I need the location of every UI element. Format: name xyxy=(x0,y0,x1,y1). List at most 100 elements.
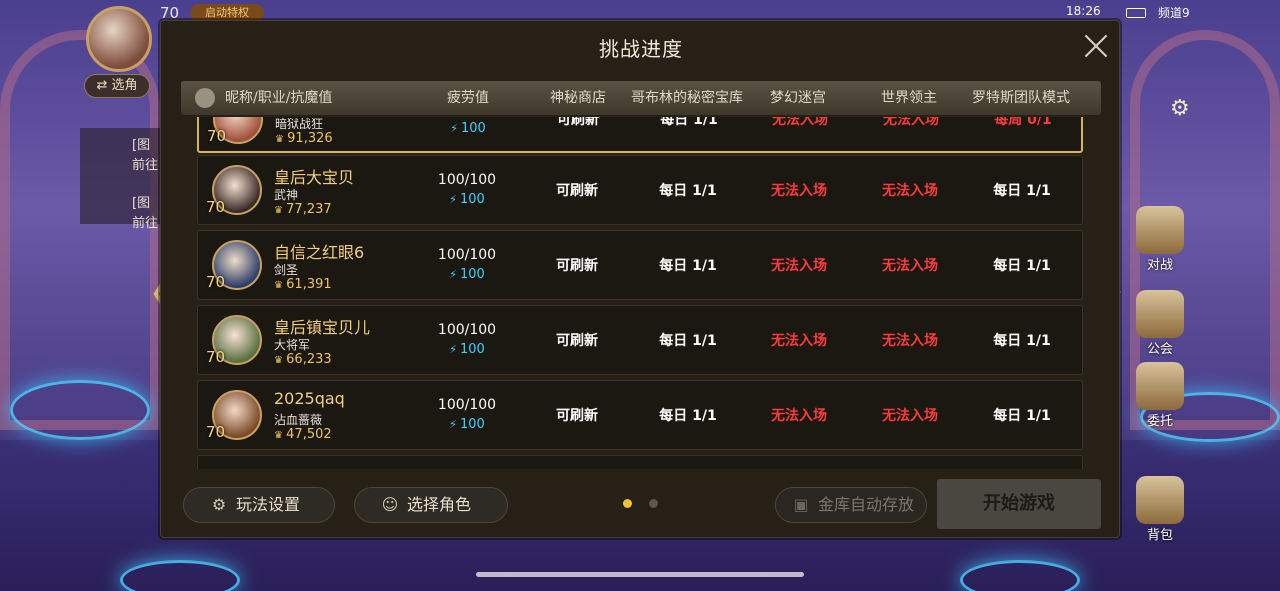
maze-cell: 无法入场 xyxy=(771,333,827,349)
table-header: 昵称/职业/抗魔值 疲劳值 神秘商店 哥布林的秘密宝库 梦幻迷宫 世界领主 罗特… xyxy=(181,81,1101,115)
vault-auto-deposit-label: 金库自动存放 xyxy=(818,495,915,514)
character-name: 2025qaq xyxy=(274,389,345,408)
fatigue-value: 100/100 xyxy=(437,322,497,338)
gameplay-settings-button[interactable]: ⚙ 玩法设置 xyxy=(183,487,335,523)
challenge-progress-dialog: 挑战进度 昵称/职业/抗魔值 疲劳值 神秘商店 哥布林的秘密宝库 梦幻迷宫 世界… xyxy=(160,20,1120,538)
backpack-menu-button[interactable]: 背包 xyxy=(1128,476,1192,543)
character-job: 暗狱战狂 xyxy=(275,117,324,131)
settings-gear-icon[interactable]: ⚙ xyxy=(1170,96,1196,122)
fatigue-points: 100 xyxy=(412,342,522,357)
page-indicator-active xyxy=(623,499,632,508)
backpack-menu-label: 背包 xyxy=(1146,528,1173,543)
raid-cell: 每日 1/1 xyxy=(993,408,1051,424)
goblin-cell: 每日 1/1 xyxy=(660,117,718,128)
fatigue-cell: 100/100 100 xyxy=(412,231,522,301)
table-row[interactable]: 70 暗狱战狂 91,326 100 可刷新 每日 1/1 无法入场 无法入场 … xyxy=(197,117,1083,153)
status-time: 18:26 xyxy=(1066,4,1101,18)
quest-title: [图 xyxy=(132,196,151,211)
character-job: 大将军 xyxy=(274,338,311,352)
table-row[interactable]: 70 2025qaq 沾血蔷薇 47,502 100/100 100 可刷新 每… xyxy=(197,380,1083,450)
character-name: 皇后大宝贝 xyxy=(274,168,355,187)
column-header-world-lord: 世界领主 xyxy=(881,90,937,106)
fatigue-points: 100 xyxy=(412,267,522,282)
select-character-label: 选择角色 xyxy=(407,495,472,514)
character-power: 77,237 xyxy=(274,202,332,217)
gameplay-settings-label: 玩法设置 xyxy=(236,495,301,514)
character-level: 70 xyxy=(207,127,227,145)
fatigue-cell: 100/100 100 xyxy=(412,381,522,451)
column-header-maze: 梦幻迷宫 xyxy=(770,90,826,106)
maze-cell: 无法入场 xyxy=(771,408,827,424)
shop-cell: 可刷新 xyxy=(556,408,598,424)
guild-menu-button[interactable]: 公会 xyxy=(1128,290,1192,357)
switch-role-button[interactable]: ⇄ 选角 xyxy=(84,74,150,98)
character-power: 61,391 xyxy=(274,277,332,292)
page-indicator xyxy=(649,499,658,508)
character-level: 70 xyxy=(206,273,226,291)
quest-subtitle: 前往 xyxy=(132,158,159,173)
gear-icon: ⚙ xyxy=(211,495,227,514)
battle-menu-button[interactable]: 对战 xyxy=(1128,206,1192,273)
table-row[interactable]: 70 自信之红眼6 剑圣 61,391 100/100 100 可刷新 每日 1… xyxy=(197,230,1083,300)
maze-cell: 无法入场 xyxy=(772,117,828,128)
raid-cell: 每日 1/1 xyxy=(993,333,1051,349)
character-name: 自信之红眼6 xyxy=(274,243,365,262)
character-level: 70 xyxy=(206,198,226,216)
raid-cell: 每日 1/1 xyxy=(993,258,1051,274)
commission-menu-label: 委托 xyxy=(1146,414,1173,429)
fatigue-cell: 100 xyxy=(413,117,523,155)
fatigue-value: 100/100 xyxy=(437,172,497,188)
vault-icon: ▣ xyxy=(793,495,809,514)
character-job: 武神 xyxy=(274,188,299,202)
column-header-name: 昵称/职业/抗魔值 xyxy=(225,90,333,106)
channel-label[interactable]: 频道9 xyxy=(1158,4,1190,21)
world-lord-cell: 无法入场 xyxy=(882,333,938,349)
world-lord-cell: 无法入场 xyxy=(882,183,938,199)
vault-auto-deposit-button[interactable]: ▣ 金库自动存放 xyxy=(775,487,927,523)
column-header-goblin: 哥布林的秘密宝库 xyxy=(631,90,743,106)
fatigue-points: 100 xyxy=(412,417,522,432)
world-lord-cell: 无法入场 xyxy=(882,408,938,424)
character-level: 70 xyxy=(206,348,226,366)
character-level: 70 xyxy=(206,423,226,441)
raid-cell: 每日 1/1 xyxy=(993,183,1051,199)
fatigue-cell: 100/100 100 xyxy=(412,306,522,376)
character-job: 沾血蔷薇 xyxy=(274,413,323,427)
table-row[interactable]: 70 皇后镇宝贝儿 大将军 66,233 100/100 100 可刷新 每日 … xyxy=(197,305,1083,375)
guild-menu-label: 公会 xyxy=(1146,342,1173,357)
maze-cell: 无法入场 xyxy=(771,183,827,199)
character-power: 66,233 xyxy=(274,352,332,367)
select-character-button[interactable]: ☺ 选择角色 xyxy=(354,487,508,523)
dialog-title: 挑战进度 xyxy=(599,37,683,61)
table-row[interactable] xyxy=(197,455,1083,469)
character-name: 皇后镇宝贝儿 xyxy=(274,318,371,337)
close-icon[interactable] xyxy=(1081,31,1111,61)
goblin-cell: 每日 1/1 xyxy=(659,333,717,349)
battle-menu-label: 对战 xyxy=(1146,258,1173,273)
fatigue-points: 100 xyxy=(412,192,522,207)
fatigue-cell: 100/100 100 xyxy=(412,156,522,226)
commission-menu-button[interactable]: 委托 xyxy=(1128,362,1192,429)
quest-title: [图 xyxy=(132,138,151,153)
world-lord-cell: 无法入场 xyxy=(882,258,938,274)
shop-cell: 可刷新 xyxy=(556,183,598,199)
character-list[interactable]: 70 暗狱战狂 91,326 100 可刷新 每日 1/1 无法入场 无法入场 … xyxy=(197,117,1083,469)
player-avatar[interactable] xyxy=(86,6,152,72)
commission-board-icon xyxy=(1136,362,1184,410)
goblin-cell: 每日 1/1 xyxy=(659,258,717,274)
fatigue-value: 100/100 xyxy=(437,247,497,263)
column-header-fatigue: 疲劳值 xyxy=(447,90,489,106)
quest-tracker[interactable]: [图 前往 [图 前往 xyxy=(80,128,160,231)
quest-subtitle: 前往 xyxy=(132,216,159,231)
start-game-button[interactable]: 开始游戏 xyxy=(937,479,1101,529)
goblin-cell: 每日 1/1 xyxy=(659,183,717,199)
table-row[interactable]: 70 皇后大宝贝 武神 77,237 100/100 100 可刷新 每日 1/… xyxy=(197,155,1083,225)
character-job: 剑圣 xyxy=(274,263,299,277)
world-lord-cell: 无法入场 xyxy=(883,117,939,128)
crossed-swords-icon xyxy=(1136,206,1184,254)
goblin-cell: 每日 1/1 xyxy=(659,408,717,424)
home-indicator[interactable] xyxy=(476,572,804,577)
column-header-raid: 罗特斯团队模式 xyxy=(972,90,1070,106)
guild-shield-icon xyxy=(1136,290,1184,338)
fatigue-points: 100 xyxy=(413,121,523,136)
